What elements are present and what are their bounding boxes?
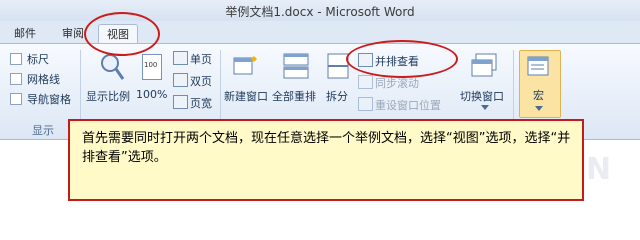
page-100-badge: 100 xyxy=(144,61,158,69)
gridlines-checkbox[interactable] xyxy=(10,73,22,85)
chevron-down-icon xyxy=(535,106,543,111)
one-page-label: 单页 xyxy=(190,53,212,66)
zoom-button[interactable]: 显示比例 xyxy=(86,50,132,110)
callout-text: 首先需要同时打开两个文档，现在任意选择一个举例文档，选择“视图”选项，选择“并排… xyxy=(82,131,571,165)
watermark-logo: N xyxy=(586,152,612,187)
gridlines-label: 网格线 xyxy=(27,73,60,86)
view-tab-highlight xyxy=(84,12,160,56)
page-width-icon xyxy=(173,95,188,109)
arrange-all-icon xyxy=(283,53,309,79)
ruler-checkbox[interactable] xyxy=(10,53,22,65)
new-window-icon xyxy=(233,56,257,75)
switch-windows-icon xyxy=(471,53,497,77)
tab-mailings[interactable]: 邮件 xyxy=(6,24,44,43)
side-by-side-highlight xyxy=(346,40,458,78)
sync-scroll-icon xyxy=(358,75,373,89)
page-100-icon: 100 xyxy=(142,54,162,80)
navigation-pane-checkbox[interactable] xyxy=(10,93,22,105)
two-page-button[interactable]: 双页 xyxy=(173,72,213,88)
ruler-label: 标尺 xyxy=(27,53,49,66)
switch-windows-button[interactable]: 切换窗口 xyxy=(460,50,510,116)
magnifier-icon xyxy=(101,54,125,80)
reset-position-label: 重设窗口位置 xyxy=(375,99,441,112)
reset-position-button[interactable]: 重设窗口位置 xyxy=(358,96,450,112)
navigation-pane-label: 导航窗格 xyxy=(27,93,71,106)
arrange-all-button[interactable]: 全部重排 xyxy=(272,50,322,110)
chevron-down-icon xyxy=(481,105,489,110)
new-window-label: 新建窗口 xyxy=(224,90,268,103)
macro-icon xyxy=(527,56,549,76)
zoom-100-label: 100% xyxy=(136,88,168,101)
two-page-icon xyxy=(173,73,188,87)
page-width-button[interactable]: 页宽 xyxy=(173,94,213,110)
show-group-label: 显示 xyxy=(32,124,54,137)
reset-position-icon xyxy=(358,97,373,111)
page-width-label: 页宽 xyxy=(190,97,212,110)
zoom-label: 显示比例 xyxy=(86,90,130,103)
new-window-button[interactable]: 新建窗口 xyxy=(224,50,270,110)
macro-button[interactable]: 宏 xyxy=(519,50,561,118)
macro-label: 宏 xyxy=(533,89,544,102)
one-page-icon xyxy=(173,51,188,65)
two-page-label: 双页 xyxy=(190,75,212,88)
one-page-button[interactable]: 单页 xyxy=(173,50,213,66)
switch-windows-label: 切换窗口 xyxy=(460,90,504,103)
zoom-100-button[interactable]: 100 100% xyxy=(134,50,168,110)
instruction-callout: 首先需要同时打开两个文档，现在任意选择一个举例文档，选择“视图”选项，选择“并排… xyxy=(68,119,584,201)
arrange-all-label: 全部重排 xyxy=(272,90,316,103)
split-label: 拆分 xyxy=(326,90,348,103)
